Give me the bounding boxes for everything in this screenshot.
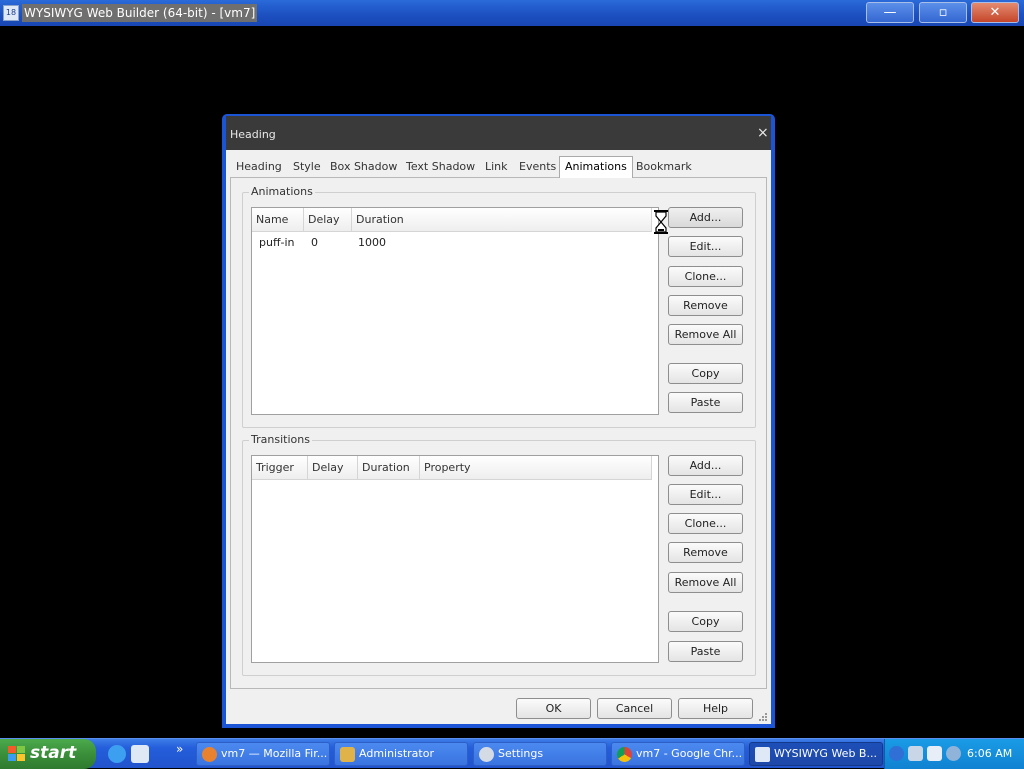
users-icon [340, 747, 355, 762]
dialog-title: Heading [230, 128, 276, 141]
tab-bookmark[interactable]: Bookmark [636, 158, 692, 178]
heading-dialog: Heading × Heading Style Box Shadow Text … [222, 114, 775, 728]
column-header-name[interactable]: Name [252, 208, 304, 232]
transitions-group: Transitions Trigger Delay Duration Prope… [242, 433, 756, 676]
tab-text-shadow[interactable]: Text Shadow [406, 158, 475, 178]
task-label: Administrator [359, 747, 434, 760]
animations-copy-button[interactable]: Copy [668, 363, 743, 384]
gear-icon [479, 747, 494, 762]
transitions-list-header: Trigger Delay Duration Property [252, 456, 652, 480]
internet-explorer-icon[interactable] [108, 745, 126, 763]
transitions-remove-all-button[interactable]: Remove All [668, 572, 743, 593]
animations-remove-button[interactable]: Remove [668, 295, 743, 316]
transitions-edit-button[interactable]: Edit... [668, 484, 743, 505]
network-icon[interactable] [908, 746, 923, 761]
dialog-title-bar[interactable]: Heading × [226, 116, 771, 150]
column-header-delay[interactable]: Delay [308, 456, 358, 480]
hourglass-cursor-icon [654, 210, 668, 234]
app-title-bar[interactable]: 18 WYSIWYG Web Builder (64-bit) - [vm7] … [0, 0, 1024, 26]
transitions-remove-button[interactable]: Remove [668, 542, 743, 563]
ok-button[interactable]: OK [516, 698, 591, 719]
clock[interactable]: 6:06 AM [967, 739, 1012, 769]
row-duration: 1000 [358, 236, 386, 249]
animations-paste-button[interactable]: Paste [668, 392, 743, 413]
column-header-duration[interactable]: Duration [358, 456, 420, 480]
transitions-copy-button[interactable]: Copy [668, 611, 743, 632]
transitions-paste-button[interactable]: Paste [668, 641, 743, 662]
system-tray: 6:06 AM [884, 739, 1024, 769]
firefox-icon [202, 747, 217, 762]
app-title: WYSIWYG Web Builder (64-bit) - [vm7] [22, 4, 258, 22]
animations-group-label: Animations [249, 185, 315, 198]
transitions-clone-button[interactable]: Clone... [668, 513, 743, 534]
app-icon[interactable]: 18 [3, 5, 19, 21]
resize-grip-icon[interactable] [758, 712, 768, 722]
row-delay: 0 [311, 236, 318, 249]
column-header-duration[interactable]: Duration [352, 208, 652, 232]
task-wysiwyg[interactable]: WYSIWYG Web B... [749, 742, 883, 766]
task-label: WYSIWYG Web B... [774, 747, 877, 760]
task-label: vm7 - Google Chr... [636, 747, 743, 760]
close-window-button[interactable]: ✕ [971, 2, 1019, 23]
chrome-icon [617, 747, 632, 762]
animations-clone-button[interactable]: Clone... [668, 266, 743, 287]
animations-edit-button[interactable]: Edit... [668, 236, 743, 257]
start-button[interactable]: start [0, 739, 96, 769]
row-name: puff-in [259, 236, 295, 249]
animations-remove-all-button[interactable]: Remove All [668, 324, 743, 345]
task-administrator[interactable]: Administrator [334, 742, 468, 766]
animations-list-header: Name Delay Duration [252, 208, 652, 232]
tab-events[interactable]: Events [519, 158, 556, 178]
tray-collapse-icon[interactable] [889, 746, 904, 761]
volume-icon[interactable] [946, 746, 961, 761]
tab-box-shadow[interactable]: Box Shadow [330, 158, 397, 178]
start-label: start [30, 743, 77, 763]
task-label: vm7 — Mozilla Fir... [221, 747, 328, 760]
task-chrome[interactable]: vm7 - Google Chr... [611, 742, 745, 766]
column-header-property[interactable]: Property [420, 456, 652, 480]
animations-tab-panel: Animations Name Delay Duration puff-in 0… [230, 177, 767, 689]
task-label: Settings [498, 747, 544, 760]
tab-heading[interactable]: Heading [236, 158, 282, 178]
minimize-button[interactable]: — [866, 2, 914, 23]
tab-style[interactable]: Style [293, 158, 321, 178]
animations-group: Animations Name Delay Duration puff-in 0… [242, 185, 756, 428]
tab-link[interactable]: Link [485, 158, 508, 178]
column-header-delay[interactable]: Delay [304, 208, 352, 232]
windows-logo-icon [8, 746, 25, 761]
wysiwyg-icon [755, 747, 770, 762]
transitions-group-label: Transitions [249, 433, 312, 446]
task-firefox[interactable]: vm7 — Mozilla Fir... [196, 742, 330, 766]
maximize-button[interactable]: ▫ [919, 2, 967, 23]
help-button[interactable]: Help [678, 698, 753, 719]
tab-animations[interactable]: Animations [559, 156, 633, 178]
animations-add-button[interactable]: Add... [668, 207, 743, 228]
column-header-trigger[interactable]: Trigger [252, 456, 308, 480]
cancel-button[interactable]: Cancel [597, 698, 672, 719]
animations-list[interactable]: Name Delay Duration puff-in 0 1000 [251, 207, 659, 415]
show-desktop-icon[interactable] [131, 745, 149, 763]
transitions-add-button[interactable]: Add... [668, 455, 743, 476]
task-settings[interactable]: Settings [473, 742, 607, 766]
dialog-close-icon[interactable]: × [757, 125, 769, 141]
transitions-list[interactable]: Trigger Delay Duration Property [251, 455, 659, 663]
monitor-icon[interactable] [927, 746, 942, 761]
taskbar: start » vm7 — Mozilla Fir... Administrat… [0, 738, 1024, 769]
quick-launch-more-icon[interactable]: » [176, 742, 183, 756]
